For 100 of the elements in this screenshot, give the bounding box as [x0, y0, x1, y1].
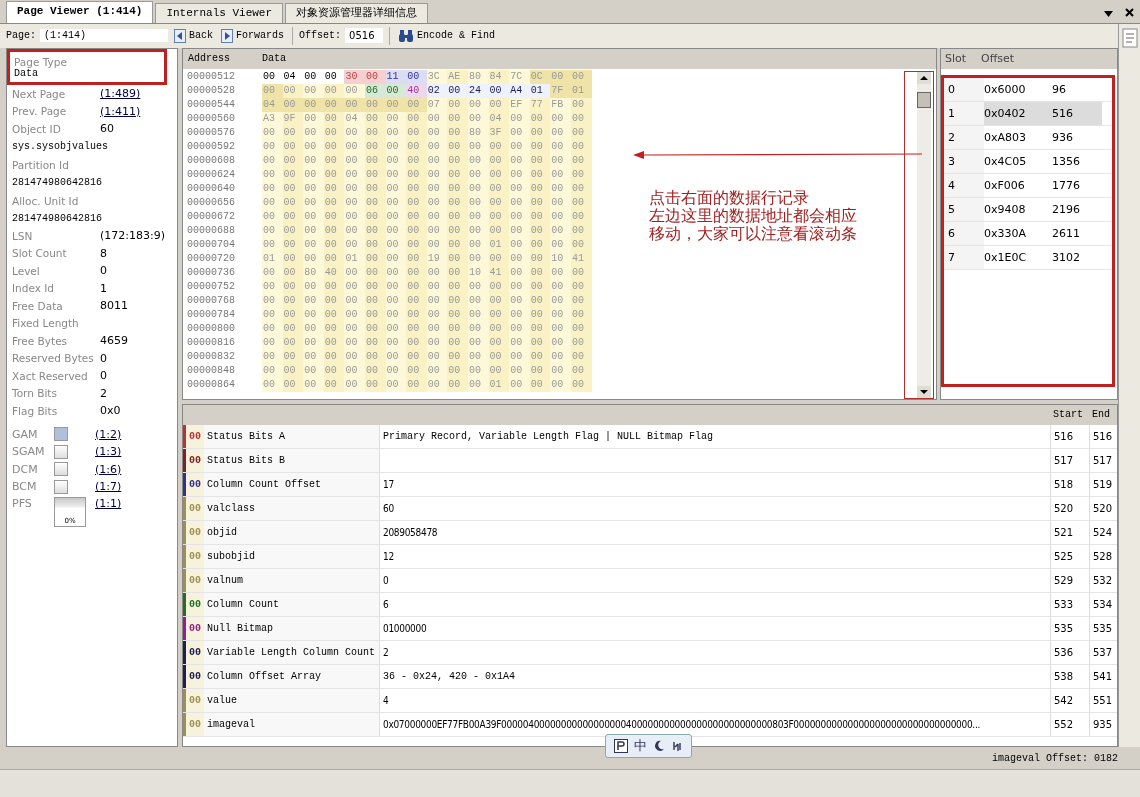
close-icon[interactable]	[1125, 8, 1134, 17]
property-label: Prev. Page	[12, 105, 68, 118]
hex-byte: 00	[406, 69, 427, 84]
byte-badge: 00	[183, 616, 204, 640]
property-label: Torn Bits	[12, 387, 58, 400]
ime-mode-button[interactable]: 中	[634, 737, 647, 755]
table-cell: 516	[1050, 424, 1089, 448]
byte-badge: 00	[183, 472, 204, 496]
back-icon	[174, 29, 186, 43]
property-label: Partition Id	[12, 158, 70, 171]
property-value: 0	[100, 351, 107, 365]
table-cell: 542	[1050, 688, 1089, 712]
table-cell: 520	[1089, 496, 1117, 520]
table-cell: 535	[1050, 616, 1089, 640]
slot-row[interactable]: 0 0x6000 96	[944, 77, 1112, 102]
field-value: 17	[382, 478, 395, 490]
byte-badge: 00	[183, 712, 204, 736]
table-cell: 521	[1050, 520, 1089, 544]
byte-badge: 00	[183, 544, 204, 568]
hex-byte: 0C	[529, 69, 551, 84]
table-cell: 2	[944, 125, 984, 149]
offset-field[interactable]: 0516	[345, 28, 384, 44]
hex-byte: 3C	[426, 69, 448, 84]
table-cell: 533	[1050, 592, 1089, 616]
property-label: Xact Reserved	[12, 369, 89, 382]
table-cell-text: 2196	[1052, 202, 1081, 216]
field-value: 6	[382, 598, 390, 610]
slot-row[interactable]: 6 0x330A 2611	[944, 221, 1112, 246]
table-cell: 5	[944, 197, 984, 221]
table-cell: 0x0402	[984, 101, 1052, 125]
dropdown-icon[interactable]	[1104, 11, 1113, 17]
property-value: Data	[14, 67, 38, 79]
scroll-up-icon[interactable]	[917, 71, 931, 84]
page-link[interactable]: (1:2)	[95, 427, 122, 441]
page-link[interactable]: (1:489)	[100, 87, 141, 101]
table-cell-text: 0x330A	[984, 226, 1028, 240]
column-title: Slot	[944, 52, 968, 66]
property-label: LSN	[12, 229, 34, 242]
field-name: objid	[204, 520, 380, 544]
table-cell: 4	[944, 173, 984, 197]
field-name: Status Bits B	[204, 448, 380, 472]
allocation-label: BCM	[12, 480, 38, 494]
slot-row[interactable]: 3 0x4C05 1356	[944, 149, 1112, 174]
table-cell: 541	[1089, 664, 1117, 688]
column-title: Start	[1052, 408, 1084, 423]
slot-row[interactable]: 1 0x0402 516	[944, 101, 1112, 126]
page-label: Page:	[6, 30, 36, 42]
table-cell: 537	[1089, 640, 1117, 664]
table-cell-text: 0x4C05	[984, 154, 1028, 168]
byte-badge: 00	[183, 688, 204, 712]
property-value: 0x0	[100, 404, 121, 418]
slot-row[interactable]: 4 0xF006 1776	[944, 173, 1112, 198]
hex-byte: 00	[364, 69, 386, 84]
table-cell: 3	[944, 149, 984, 173]
page-link[interactable]: (1:7)	[95, 480, 122, 494]
table-cell: 519	[1089, 472, 1117, 496]
tab[interactable]: 对象资源管理器详细信息	[285, 3, 429, 23]
slot-row[interactable]: 5 0x9408 2196	[944, 197, 1112, 222]
forwards-button[interactable]: Forwards	[219, 28, 287, 44]
ime-logo-icon[interactable]	[614, 739, 628, 753]
property-value: 60	[100, 122, 114, 136]
property-label: Page Type	[14, 55, 68, 68]
table-cell-text: 3102	[1052, 250, 1081, 264]
page-link[interactable]: (1:411)	[100, 104, 141, 118]
table-cell-text: 96	[1052, 82, 1067, 96]
byte-badge: 00	[183, 568, 204, 592]
page-link[interactable]: (1:1)	[95, 497, 122, 511]
table-cell: 551	[1089, 688, 1117, 712]
scroll-down-icon[interactable]	[917, 385, 931, 398]
slot-row[interactable]: 2 0xA803 936	[944, 125, 1112, 150]
encode-find-button[interactable]: Encode & Find	[396, 28, 498, 44]
page-field[interactable]: (1:414)	[40, 29, 168, 43]
field-name: valclass	[204, 496, 380, 520]
property-value: (172:183:9)	[100, 229, 165, 243]
page-link[interactable]: (1:6)	[95, 462, 122, 476]
table-cell: 6	[944, 221, 984, 245]
table-cell: 529	[1050, 568, 1089, 592]
scrollbar[interactable]	[917, 71, 931, 398]
field-value: 36 - 0x24, 420 - 0x1A4	[382, 670, 517, 682]
field-value: 2089058478	[382, 526, 439, 538]
table-cell: 517	[1050, 448, 1089, 472]
property-value: 8	[100, 246, 107, 260]
scroll-thumb[interactable]	[917, 91, 931, 108]
field-name: Column Offset Array	[204, 664, 380, 688]
table-cell-text: 0x9408	[984, 202, 1027, 216]
column-title: Data	[262, 53, 286, 65]
allocation-label: GAM	[12, 427, 39, 441]
property-label: Object ID	[12, 122, 62, 135]
page-link[interactable]: (1:3)	[95, 445, 122, 459]
property-value: 8011	[100, 299, 128, 313]
slot-row[interactable]: 7 0x1E0C 3102	[944, 245, 1112, 270]
tab[interactable]: Page Viewer (1:414)	[6, 1, 154, 23]
field-value: 0x07000000EF77FB00A39F00000400000000000000000400000000000000000000000000803F000000000000000000000000000000000...	[382, 718, 981, 730]
moon-icon[interactable]	[653, 740, 665, 752]
table-cell: 516	[1089, 424, 1117, 448]
tab[interactable]: Internals Viewer	[155, 3, 284, 23]
back-button[interactable]: Back	[172, 28, 216, 44]
annotation-text: 点击右面的数据行记录	[649, 188, 809, 207]
hex-byte: AE	[447, 69, 468, 84]
column-title: End	[1091, 408, 1111, 423]
